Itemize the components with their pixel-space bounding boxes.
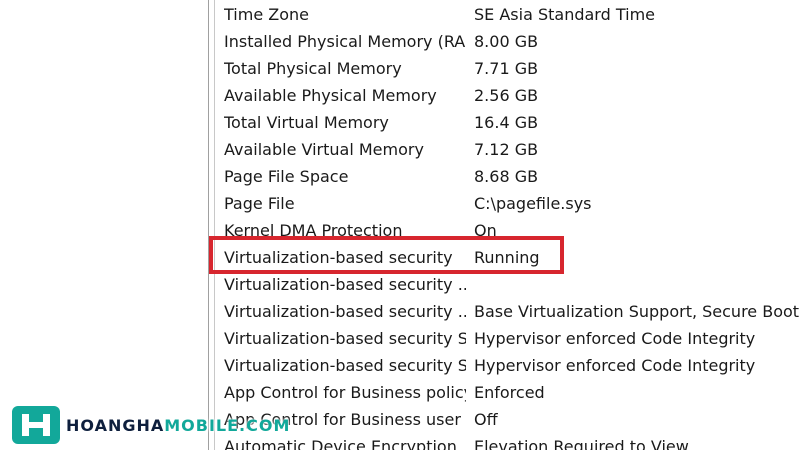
item-cell: Available Physical Memory — [224, 86, 437, 105]
value-cell: C:\pagefile.sys — [474, 194, 592, 213]
value-cell: Enforced — [474, 383, 545, 402]
table-row[interactable]: App Control for Business policy Enforced — [216, 379, 800, 406]
value-cell: Off — [474, 410, 498, 429]
value-cell: 7.12 GB — [474, 140, 539, 159]
highlight-annotation — [209, 236, 564, 274]
table-row[interactable]: Page File C:\pagefile.sys — [216, 190, 800, 217]
table-row[interactable]: Page File Space 8.68 GB — [216, 163, 800, 190]
value-cell: 8.00 GB — [474, 32, 539, 51]
watermark-text-part2: MOBILE.COM — [164, 415, 291, 435]
value-cell: SE Asia Standard Time — [474, 5, 655, 24]
item-cell: Virtualization-based security S... — [224, 329, 466, 348]
item-cell: Page File — [224, 194, 295, 213]
item-cell: Time Zone — [224, 5, 309, 24]
item-cell: Available Virtual Memory — [224, 140, 424, 159]
table-row[interactable]: Time Zone SE Asia Standard Time — [216, 1, 800, 28]
item-cell: App Control for Business policy — [224, 383, 466, 402]
table-row[interactable]: Available Virtual Memory 7.12 GB — [216, 136, 800, 163]
item-cell: Total Virtual Memory — [224, 113, 389, 132]
item-cell: Total Physical Memory — [224, 59, 402, 78]
item-cell: Installed Physical Memory (RA... — [224, 32, 466, 51]
value-cell: 7.71 GB — [474, 59, 539, 78]
category-tree-pane[interactable] — [0, 0, 208, 450]
value-cell: 16.4 GB — [474, 113, 539, 132]
watermark-logo: HOANGHAMOBILE.COM — [12, 405, 290, 445]
watermark-text: HOANGHAMOBILE.COM — [66, 416, 290, 435]
table-row[interactable]: Total Virtual Memory 16.4 GB — [216, 109, 800, 136]
value-cell: 2.56 GB — [474, 86, 539, 105]
value-cell: Base Virtualization Support, Secure Boot — [474, 302, 800, 321]
system-summary-table: Time Zone SE Asia Standard Time Installe… — [216, 1, 800, 450]
value-cell: Hypervisor enforced Code Integrity — [474, 356, 756, 375]
pane-divider[interactable] — [208, 0, 209, 450]
item-cell: Virtualization-based security ... — [224, 302, 466, 321]
value-cell: Elevation Required to View — [474, 437, 689, 450]
system-information-window: Time Zone SE Asia Standard Time Installe… — [0, 0, 800, 450]
table-row[interactable]: Virtualization-based security ... — [216, 271, 800, 298]
value-cell: Hypervisor enforced Code Integrity — [474, 329, 756, 348]
table-row[interactable]: Automatic Device Encryption ... Elevatio… — [216, 433, 800, 450]
pane-divider-inner — [214, 0, 215, 450]
value-cell: 8.68 GB — [474, 167, 539, 186]
table-row[interactable]: Available Physical Memory 2.56 GB — [216, 82, 800, 109]
table-row[interactable]: Virtualization-based security ... Base V… — [216, 298, 800, 325]
table-row[interactable]: Total Physical Memory 7.71 GB — [216, 55, 800, 82]
table-row[interactable]: Virtualization-based security S... Hyper… — [216, 352, 800, 379]
item-cell: Page File Space — [224, 167, 349, 186]
value-cell — [474, 271, 800, 298]
table-row[interactable]: Virtualization-based security S... Hyper… — [216, 325, 800, 352]
brand-logo-icon — [12, 406, 60, 444]
table-row[interactable]: App Control for Business user ... Off — [216, 406, 800, 433]
watermark-text-part1: HOANGHA — [66, 415, 165, 435]
item-cell: Virtualization-based security ... — [224, 275, 466, 294]
item-cell: Virtualization-based security S... — [224, 356, 466, 375]
table-row[interactable]: Installed Physical Memory (RA... 8.00 GB — [216, 28, 800, 55]
